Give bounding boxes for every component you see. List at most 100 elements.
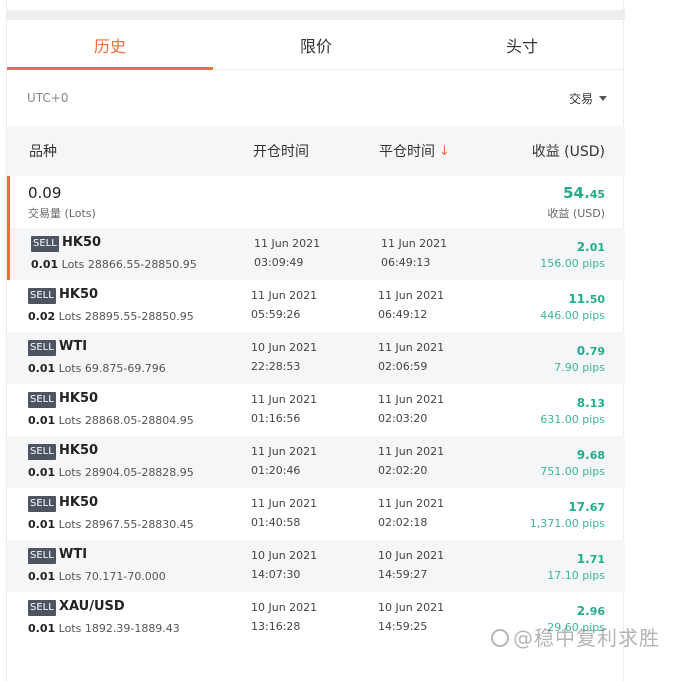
lot-unit: Lots	[58, 622, 82, 635]
trade-filter-dropdown[interactable]: 交易	[569, 90, 607, 107]
profit-value: 2.01	[577, 240, 605, 254]
header-close-time[interactable]: 平仓时间 ↓	[379, 126, 450, 176]
profit-decimals: 96	[589, 605, 605, 618]
total-profit-label: 收益 (USD)	[547, 207, 605, 220]
open-date: 10 Jun 2021	[251, 601, 318, 614]
close-time: 02:02:18	[378, 516, 428, 529]
lot-unit: Lots	[61, 258, 85, 271]
lots-info: 0.01 Lots 28868.05-28804.95	[28, 414, 194, 427]
trade-row[interactable]: SELL WTI 0.01 Lots 70.171-70.000 10 Jun 202…	[7, 540, 625, 592]
total-profit: 54.45	[563, 184, 605, 202]
symbol: HK50	[59, 495, 99, 510]
sort-down-arrow-icon: ↓	[439, 143, 450, 159]
side-badge: SELL	[28, 548, 56, 564]
tab-limit-orders[interactable]: 限价	[213, 20, 419, 69]
price-range: 70.171-70.000	[84, 570, 166, 583]
close-time: 02:06:59	[378, 360, 428, 373]
pips-value: 631.00 pips	[540, 413, 605, 426]
lots-info: 0.01 Lots 28866.55-28850.95	[31, 258, 197, 271]
symbol: HK50	[59, 287, 99, 302]
pips-value: 1,371.00 pips	[529, 517, 605, 530]
trade-row[interactable]: SELL HK50 0.01 Lots 28868.05-28804.95 11 Ju…	[7, 384, 625, 436]
lot-unit: Lots	[58, 414, 82, 427]
open-date: 11 Jun 2021	[251, 289, 318, 302]
tab-history[interactable]: 历史	[7, 20, 213, 70]
lot-unit: Lots	[58, 518, 82, 531]
top-divider	[7, 10, 625, 20]
close-time: 06:49:13	[381, 256, 431, 269]
profit-main: 0.	[576, 344, 590, 358]
symbol: HK50	[59, 443, 99, 458]
side-badge: SELL	[28, 392, 56, 408]
close-time: 02:02:20	[378, 464, 428, 477]
total-volume-label: 交易量 (Lots)	[28, 207, 96, 220]
price-range: 28866.55-28850.95	[87, 258, 197, 271]
open-date: 11 Jun 2021	[251, 393, 318, 406]
lots-info: 0.01 Lots 69.875-69.796	[28, 362, 166, 375]
symbol: XAU/USD	[59, 599, 125, 614]
side-badge: SELL	[28, 340, 56, 356]
profit-value: 1.71	[577, 552, 605, 566]
trade-row[interactable]: SELL HK50 0.01 Lots 28967.55-28830.45 11 Ju…	[7, 488, 625, 540]
profit-decimals: 50	[589, 293, 605, 306]
pips-value: 751.00 pips	[540, 465, 605, 478]
close-date: 11 Jun 2021	[378, 289, 445, 302]
close-date: 10 Jun 2021	[378, 549, 445, 562]
header-symbol: 品种	[29, 144, 57, 160]
profit-value: 17.67	[568, 500, 605, 514]
side-badge: SELL	[28, 444, 56, 460]
caret-down-icon	[599, 95, 607, 101]
profit-decimals: 01	[589, 241, 605, 254]
open-time: 01:16:56	[251, 412, 301, 425]
header-open-time: 开仓时间	[253, 144, 309, 160]
table-header: 品种 开仓时间 平仓时间 ↓ 收益 (USD)	[7, 126, 625, 176]
open-time: 13:16:28	[251, 620, 301, 633]
lots-info: 0.01 Lots 28967.55-28830.45	[28, 518, 194, 531]
price-range: 28895.55-28850.95	[84, 310, 194, 323]
header-profit: 收益 (USD)	[531, 144, 605, 160]
pips-value: 156.00 pips	[540, 257, 605, 270]
open-time: 14:07:30	[251, 568, 301, 581]
trade-row[interactable]: SELL HK50 0.01 Lots 28904.05-28828.95 11 Ju…	[7, 436, 625, 488]
open-date: 11 Jun 2021	[251, 445, 318, 458]
profit-decimals: 67	[589, 501, 605, 514]
open-date: 10 Jun 2021	[251, 549, 318, 562]
close-time: 06:49:12	[378, 308, 428, 321]
lot-unit: Lots	[58, 310, 82, 323]
filter-bar: UTC+0 交易	[7, 70, 625, 126]
trade-row[interactable]: SELL HK50 0.02 Lots 28895.55-28850.95 11 Ju…	[7, 280, 625, 332]
trade-filter-label: 交易	[568, 91, 593, 106]
profit-decimals: 79	[589, 345, 605, 358]
open-time: 22:28:53	[251, 360, 301, 373]
total-volume: 0.09	[28, 184, 62, 202]
trade-row[interactable]: SELL WTI 0.01 Lots 69.875-69.796 10 Jun 202…	[7, 332, 625, 384]
pips-value: 17.10 pips	[547, 569, 605, 582]
summary-row: 0.09 交易量 (Lots) 54.45 收益 (USD)	[7, 176, 625, 228]
lots-info: 0.01 Lots 28904.05-28828.95	[28, 466, 194, 479]
profit-main: 2.	[576, 604, 590, 618]
profit-main: 17.	[568, 500, 590, 514]
profit-decimals: 71	[589, 553, 605, 566]
profit-main: 11.	[568, 292, 590, 306]
profit-main: 8.	[576, 396, 590, 410]
lot-size: 0.01	[31, 258, 59, 271]
side-badge: SELL	[31, 236, 59, 252]
lot-unit: Lots	[58, 466, 82, 479]
profit-value: 11.50	[568, 292, 605, 306]
profit-value: 8.13	[577, 396, 605, 410]
open-time: 05:59:26	[251, 308, 301, 321]
profit-value: 9.68	[577, 448, 605, 462]
total-profit-decimals: 45	[589, 188, 605, 201]
symbol: HK50	[62, 235, 102, 250]
close-time: 14:59:25	[378, 620, 428, 633]
lot-unit: Lots	[58, 362, 82, 375]
close-date: 11 Jun 2021	[378, 341, 445, 354]
lots-info: 0.02 Lots 28895.55-28850.95	[28, 310, 194, 323]
watermark: @稳中复利求胜	[491, 622, 660, 651]
timezone-label: UTC+0	[27, 91, 69, 105]
lot-size: 0.01	[28, 466, 56, 479]
tab-positions[interactable]: 头寸	[419, 20, 625, 69]
total-profit-main: 54.	[563, 184, 590, 202]
trade-row[interactable]: SELL HK50 0.01 Lots 28866.55-28850.95 11 Ju…	[7, 228, 625, 280]
lot-size: 0.01	[28, 414, 56, 427]
